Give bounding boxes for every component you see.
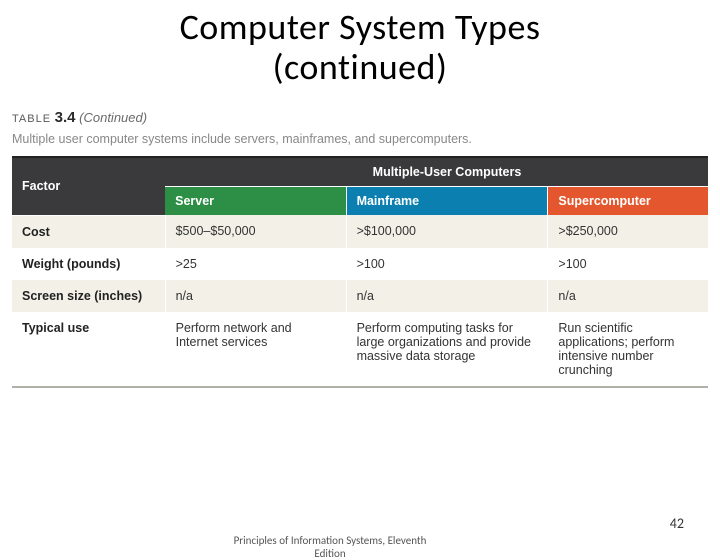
table-row: Typical use Perform network and Internet… <box>12 312 708 387</box>
header-blank <box>165 157 346 187</box>
row-cell: n/a <box>165 280 346 312</box>
row-cell: n/a <box>346 280 548 312</box>
row-cell: Perform network and Internet services <box>165 312 346 387</box>
header-blank-2 <box>548 157 708 187</box>
row-cell: >$100,000 <box>346 215 548 248</box>
row-factor: Weight (pounds) <box>12 248 165 280</box>
header-group: Multiple-User Computers <box>346 157 548 187</box>
page-number: 42 <box>670 515 684 532</box>
row-cell: n/a <box>548 280 708 312</box>
title-line-2: (continued) <box>273 45 448 89</box>
table-caption: Multiple user computer systems include s… <box>12 132 708 146</box>
row-cell: Perform computing tasks for large organi… <box>346 312 548 387</box>
table-number: 3.4 <box>55 109 76 126</box>
row-cell: $500–$50,000 <box>165 215 346 248</box>
row-cell: >$250,000 <box>548 215 708 248</box>
comparison-table: Factor Multiple-User Computers Server Ma… <box>12 156 708 388</box>
table-word: TABLE <box>12 113 51 125</box>
table-row: Cost $500–$50,000 >$100,000 >$250,000 <box>12 215 708 248</box>
row-cell: >100 <box>548 248 708 280</box>
row-cell: >25 <box>165 248 346 280</box>
header-mainframe: Mainframe <box>346 187 548 216</box>
header-factor: Factor <box>12 157 165 215</box>
row-factor: Typical use <box>12 312 165 387</box>
row-cell: >100 <box>346 248 548 280</box>
table-container: TABLE 3.4 (Continued) Multiple user comp… <box>12 109 708 388</box>
row-factor: Screen size (inches) <box>12 280 165 312</box>
footer-source-line1: Principles of Information Systems, Eleve… <box>234 534 427 547</box>
row-factor: Cost <box>12 215 165 248</box>
table-label: TABLE 3.4 (Continued) <box>12 109 708 126</box>
title-line-1: Computer System Types <box>180 5 541 49</box>
slide: Computer System Types (continued) TABLE … <box>0 0 720 540</box>
header-supercomputer: Supercomputer <box>548 187 708 216</box>
row-cell: Run scientific applications; perform int… <box>548 312 708 387</box>
slide-title: Computer System Types (continued) <box>0 8 720 87</box>
footer-source-line2: Edition <box>314 547 345 560</box>
header-server: Server <box>165 187 346 216</box>
footer-source: Principles of Information Systems, Eleve… <box>200 534 460 560</box>
table-row: Weight (pounds) >25 >100 >100 <box>12 248 708 280</box>
table-row: Screen size (inches) n/a n/a n/a <box>12 280 708 312</box>
table-continued: (Continued) <box>79 110 147 125</box>
